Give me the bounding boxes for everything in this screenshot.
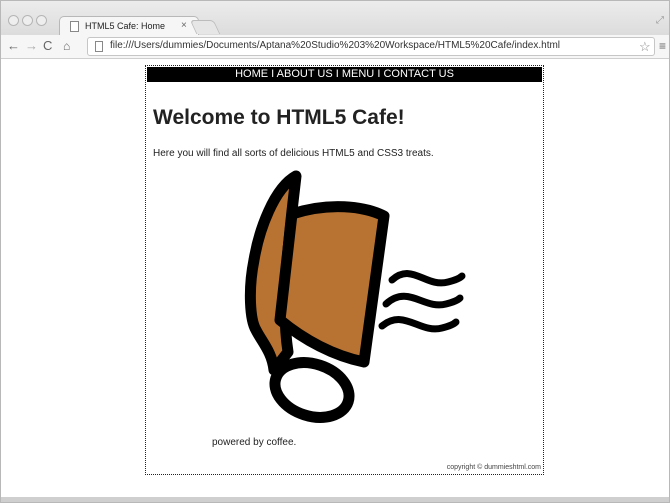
- browser-window: HTML5 Cafe: Home × ⤢ ← → C ⌂ file:///Use…: [0, 0, 670, 503]
- main-nav: HOME I ABOUT US I MENU I CONTACT US: [147, 67, 542, 82]
- page-heading: Welcome to HTML5 Cafe!: [153, 106, 405, 129]
- minimize-window-button[interactable]: [22, 15, 33, 26]
- nav-link-about-us[interactable]: ABOUT US: [277, 68, 333, 80]
- tab-strip: HTML5 Cafe: Home × ⤢: [1, 1, 669, 36]
- fullscreen-icon[interactable]: ⤢: [656, 15, 664, 26]
- page-icon: [70, 21, 79, 32]
- spilling-coffee-cup-image: [244, 170, 466, 423]
- forward-arrow-icon[interactable]: →: [25, 38, 38, 54]
- home-icon[interactable]: ⌂: [63, 38, 70, 54]
- zoom-window-button[interactable]: [36, 15, 47, 26]
- bookmark-star-icon[interactable]: ☆: [639, 39, 651, 55]
- browser-toolbar: ← → C ⌂ file:///Users/dummies/Documents/…: [1, 35, 669, 59]
- tab-close-icon[interactable]: ×: [181, 20, 187, 31]
- page-container: HOME I ABOUT US I MENU I CONTACT US Welc…: [145, 65, 544, 475]
- nav-link-contact-us[interactable]: CONTACT US: [383, 68, 454, 80]
- address-bar[interactable]: file:///Users/dummies/Documents/Aptana%2…: [87, 37, 655, 56]
- intro-text: Here you will find all sorts of deliciou…: [153, 148, 434, 159]
- powered-by-tagline: powered by coffee.: [212, 437, 297, 448]
- back-arrow-icon[interactable]: ←: [7, 38, 20, 54]
- reload-icon[interactable]: C: [43, 38, 52, 54]
- page-viewport: HOME I ABOUT US I MENU I CONTACT US Welc…: [1, 59, 669, 497]
- menu-icon[interactable]: ≡: [659, 39, 666, 53]
- close-window-button[interactable]: [8, 15, 19, 26]
- window-bottom-edge: [1, 497, 669, 502]
- tab-html5-cafe[interactable]: HTML5 Cafe: Home ×: [59, 16, 199, 36]
- address-bar-url[interactable]: file:///Users/dummies/Documents/Aptana%2…: [110, 40, 560, 51]
- nav-link-home[interactable]: HOME: [235, 68, 268, 80]
- nav-link-menu[interactable]: MENU: [342, 68, 374, 80]
- tab-title: HTML5 Cafe: Home: [85, 21, 166, 31]
- new-tab-button[interactable]: [189, 20, 221, 34]
- page-icon: [95, 41, 103, 52]
- copyright-notice: copyright © dummieshtml.com: [446, 464, 541, 471]
